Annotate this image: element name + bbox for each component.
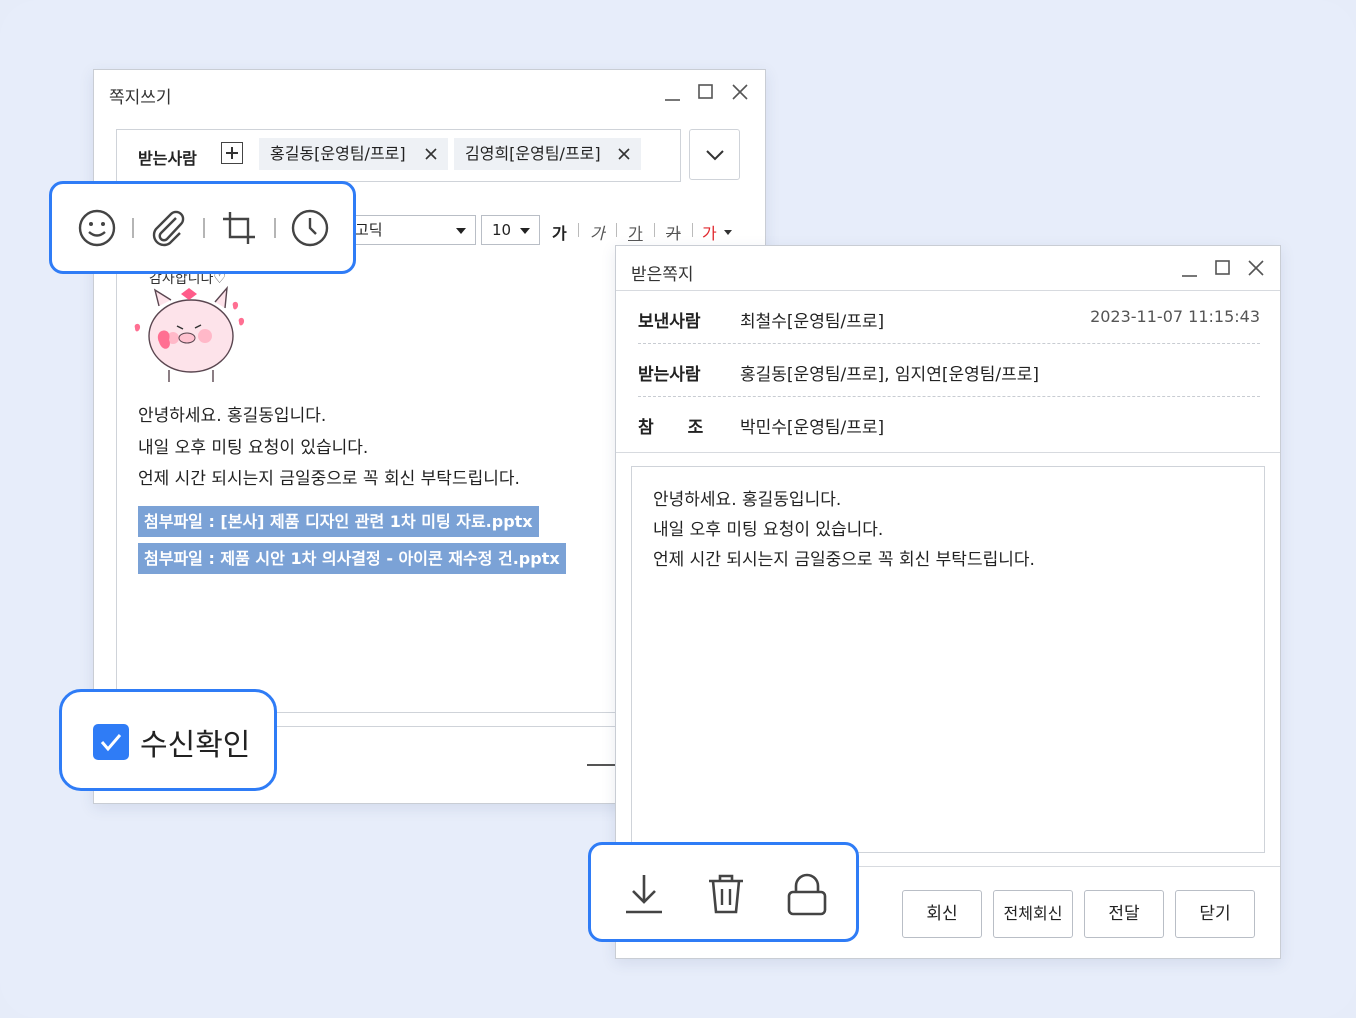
font-family-value: 고딕 — [355, 221, 383, 239]
toolbar-divider — [654, 223, 655, 237]
body-line: 안녕하세요. 홍길동입니다. — [138, 406, 327, 426]
sender-label: 보낸사람 — [638, 312, 701, 332]
recipients-label: 받는사람 — [638, 365, 701, 385]
divider — [638, 396, 1260, 397]
strikethrough-button[interactable]: 가 — [666, 220, 681, 244]
toolbar-divider — [132, 218, 134, 238]
remove-recipient-icon[interactable] — [617, 147, 631, 161]
lock-icon[interactable] — [785, 871, 829, 917]
reply-all-button[interactable]: 전체회신 — [993, 890, 1073, 938]
forward-button[interactable]: 전달 — [1084, 890, 1164, 938]
toolbar-divider — [692, 223, 693, 237]
toolbar-divider — [203, 218, 205, 238]
compose-titlebar: 쪽지쓰기 — [94, 70, 765, 116]
crop-icon[interactable] — [219, 208, 259, 248]
message-body: 안녕하세요. 홍길동입니다. 내일 오후 미팅 요청이 있습니다. 언제 시간 … — [631, 466, 1265, 853]
font-family-select[interactable]: 고딕 — [346, 215, 476, 245]
body-line: 언제 시간 되시는지 금일중으로 꼭 회신 부탁드립니다. — [653, 550, 1035, 570]
divider — [616, 452, 1280, 453]
cc-label: 참 조 — [638, 418, 704, 438]
recipients-label: 받는사람 — [138, 149, 197, 168]
recipients-field[interactable]: 받는사람 홍길동[운영팀/프로] 김영희[운영팀/프로] — [116, 129, 681, 182]
divider — [616, 290, 1280, 291]
recipient-chip-label: 김영희[운영팀/프로] — [465, 144, 601, 163]
recipient-chip-label: 홍길동[운영팀/프로] — [270, 144, 406, 163]
divider — [587, 764, 617, 766]
attachment-link[interactable]: 첨부파일 : 제품 시안 1차 의사결정 - 아이콘 재수정 건.pptx — [138, 543, 566, 574]
recipient-chip: 홍길동[운영팀/프로] — [259, 138, 448, 170]
recipients-row: 받는사람 홍길동[운영팀/프로], 임지연[운영팀/프로] — [638, 346, 1260, 399]
maximize-icon[interactable] — [694, 80, 718, 104]
toolbar-divider — [274, 218, 276, 238]
sender-row: 보낸사람 최철수[운영팀/프로] 2023-11-07 11:15:43 — [638, 293, 1260, 346]
underline-button[interactable]: 가 — [628, 220, 643, 244]
toolbar-divider — [578, 223, 579, 237]
remove-recipient-icon[interactable] — [424, 147, 438, 161]
minimize-icon[interactable] — [1178, 256, 1202, 280]
clock-icon[interactable] — [290, 208, 330, 248]
attachment-link[interactable]: 첨부파일 : [본사] 제품 디자인 관련 1차 미팅 자료.pptx — [138, 506, 539, 537]
font-color-button[interactable]: 가 — [702, 220, 717, 244]
reply-button[interactable]: 회신 — [902, 890, 982, 938]
received-title: 받은쪽지 — [631, 265, 694, 285]
checkmark-icon — [100, 734, 122, 752]
received-date: 2023-11-07 11:15:43 — [1090, 307, 1260, 326]
caret-down-icon[interactable] — [724, 230, 732, 235]
cc-value: 박민수[운영팀/프로] — [740, 418, 885, 438]
emoji-icon[interactable] — [77, 208, 117, 248]
read-receipt-label[interactable]: 수신확인 — [140, 720, 250, 764]
chevron-down-icon — [706, 150, 724, 161]
read-receipt-callout: 수신확인 — [59, 689, 277, 791]
caret-down-icon — [456, 228, 466, 234]
read-receipt-checkbox[interactable] — [93, 724, 129, 760]
download-icon[interactable] — [622, 871, 666, 917]
caret-down-icon — [520, 228, 530, 234]
compose-title: 쪽지쓰기 — [109, 88, 172, 108]
message-actions-toolbar — [588, 842, 859, 942]
close-icon[interactable] — [728, 80, 752, 104]
font-size-value: 10 — [492, 221, 512, 239]
recipients-expand-button[interactable] — [689, 129, 740, 180]
italic-button[interactable]: 가 — [590, 220, 605, 244]
body-line: 언제 시간 되시는지 금일중으로 꼭 회신 부탁드립니다. — [138, 469, 520, 489]
divider — [638, 343, 1260, 344]
toolbar-divider — [616, 223, 617, 237]
close-button[interactable]: 닫기 — [1175, 890, 1255, 938]
attachment-toolbar — [49, 181, 356, 274]
close-icon[interactable] — [1244, 256, 1268, 280]
body-line: 내일 오후 미팅 요청이 있습니다. — [138, 438, 369, 458]
bold-button[interactable]: 가 — [552, 220, 567, 244]
recipients-value: 홍길동[운영팀/프로], 임지연[운영팀/프로] — [740, 365, 1040, 385]
sender-value: 최철수[운영팀/프로] — [740, 312, 885, 332]
body-line: 안녕하세요. 홍길동입니다. — [653, 490, 842, 510]
pig-sticker-image — [134, 285, 245, 382]
recipient-chip: 김영희[운영팀/프로] — [454, 138, 641, 170]
cc-row: 참 조 박민수[운영팀/프로] — [638, 399, 1260, 452]
received-titlebar: 받은쪽지 — [616, 246, 1280, 292]
body-line: 내일 오후 미팅 요청이 있습니다. — [653, 520, 884, 540]
paperclip-icon[interactable] — [148, 208, 188, 248]
font-size-select[interactable]: 10 — [481, 215, 540, 245]
trash-icon[interactable] — [704, 871, 748, 917]
minimize-icon[interactable] — [661, 80, 685, 104]
maximize-icon[interactable] — [1211, 256, 1235, 280]
add-recipient-button[interactable] — [221, 142, 243, 164]
